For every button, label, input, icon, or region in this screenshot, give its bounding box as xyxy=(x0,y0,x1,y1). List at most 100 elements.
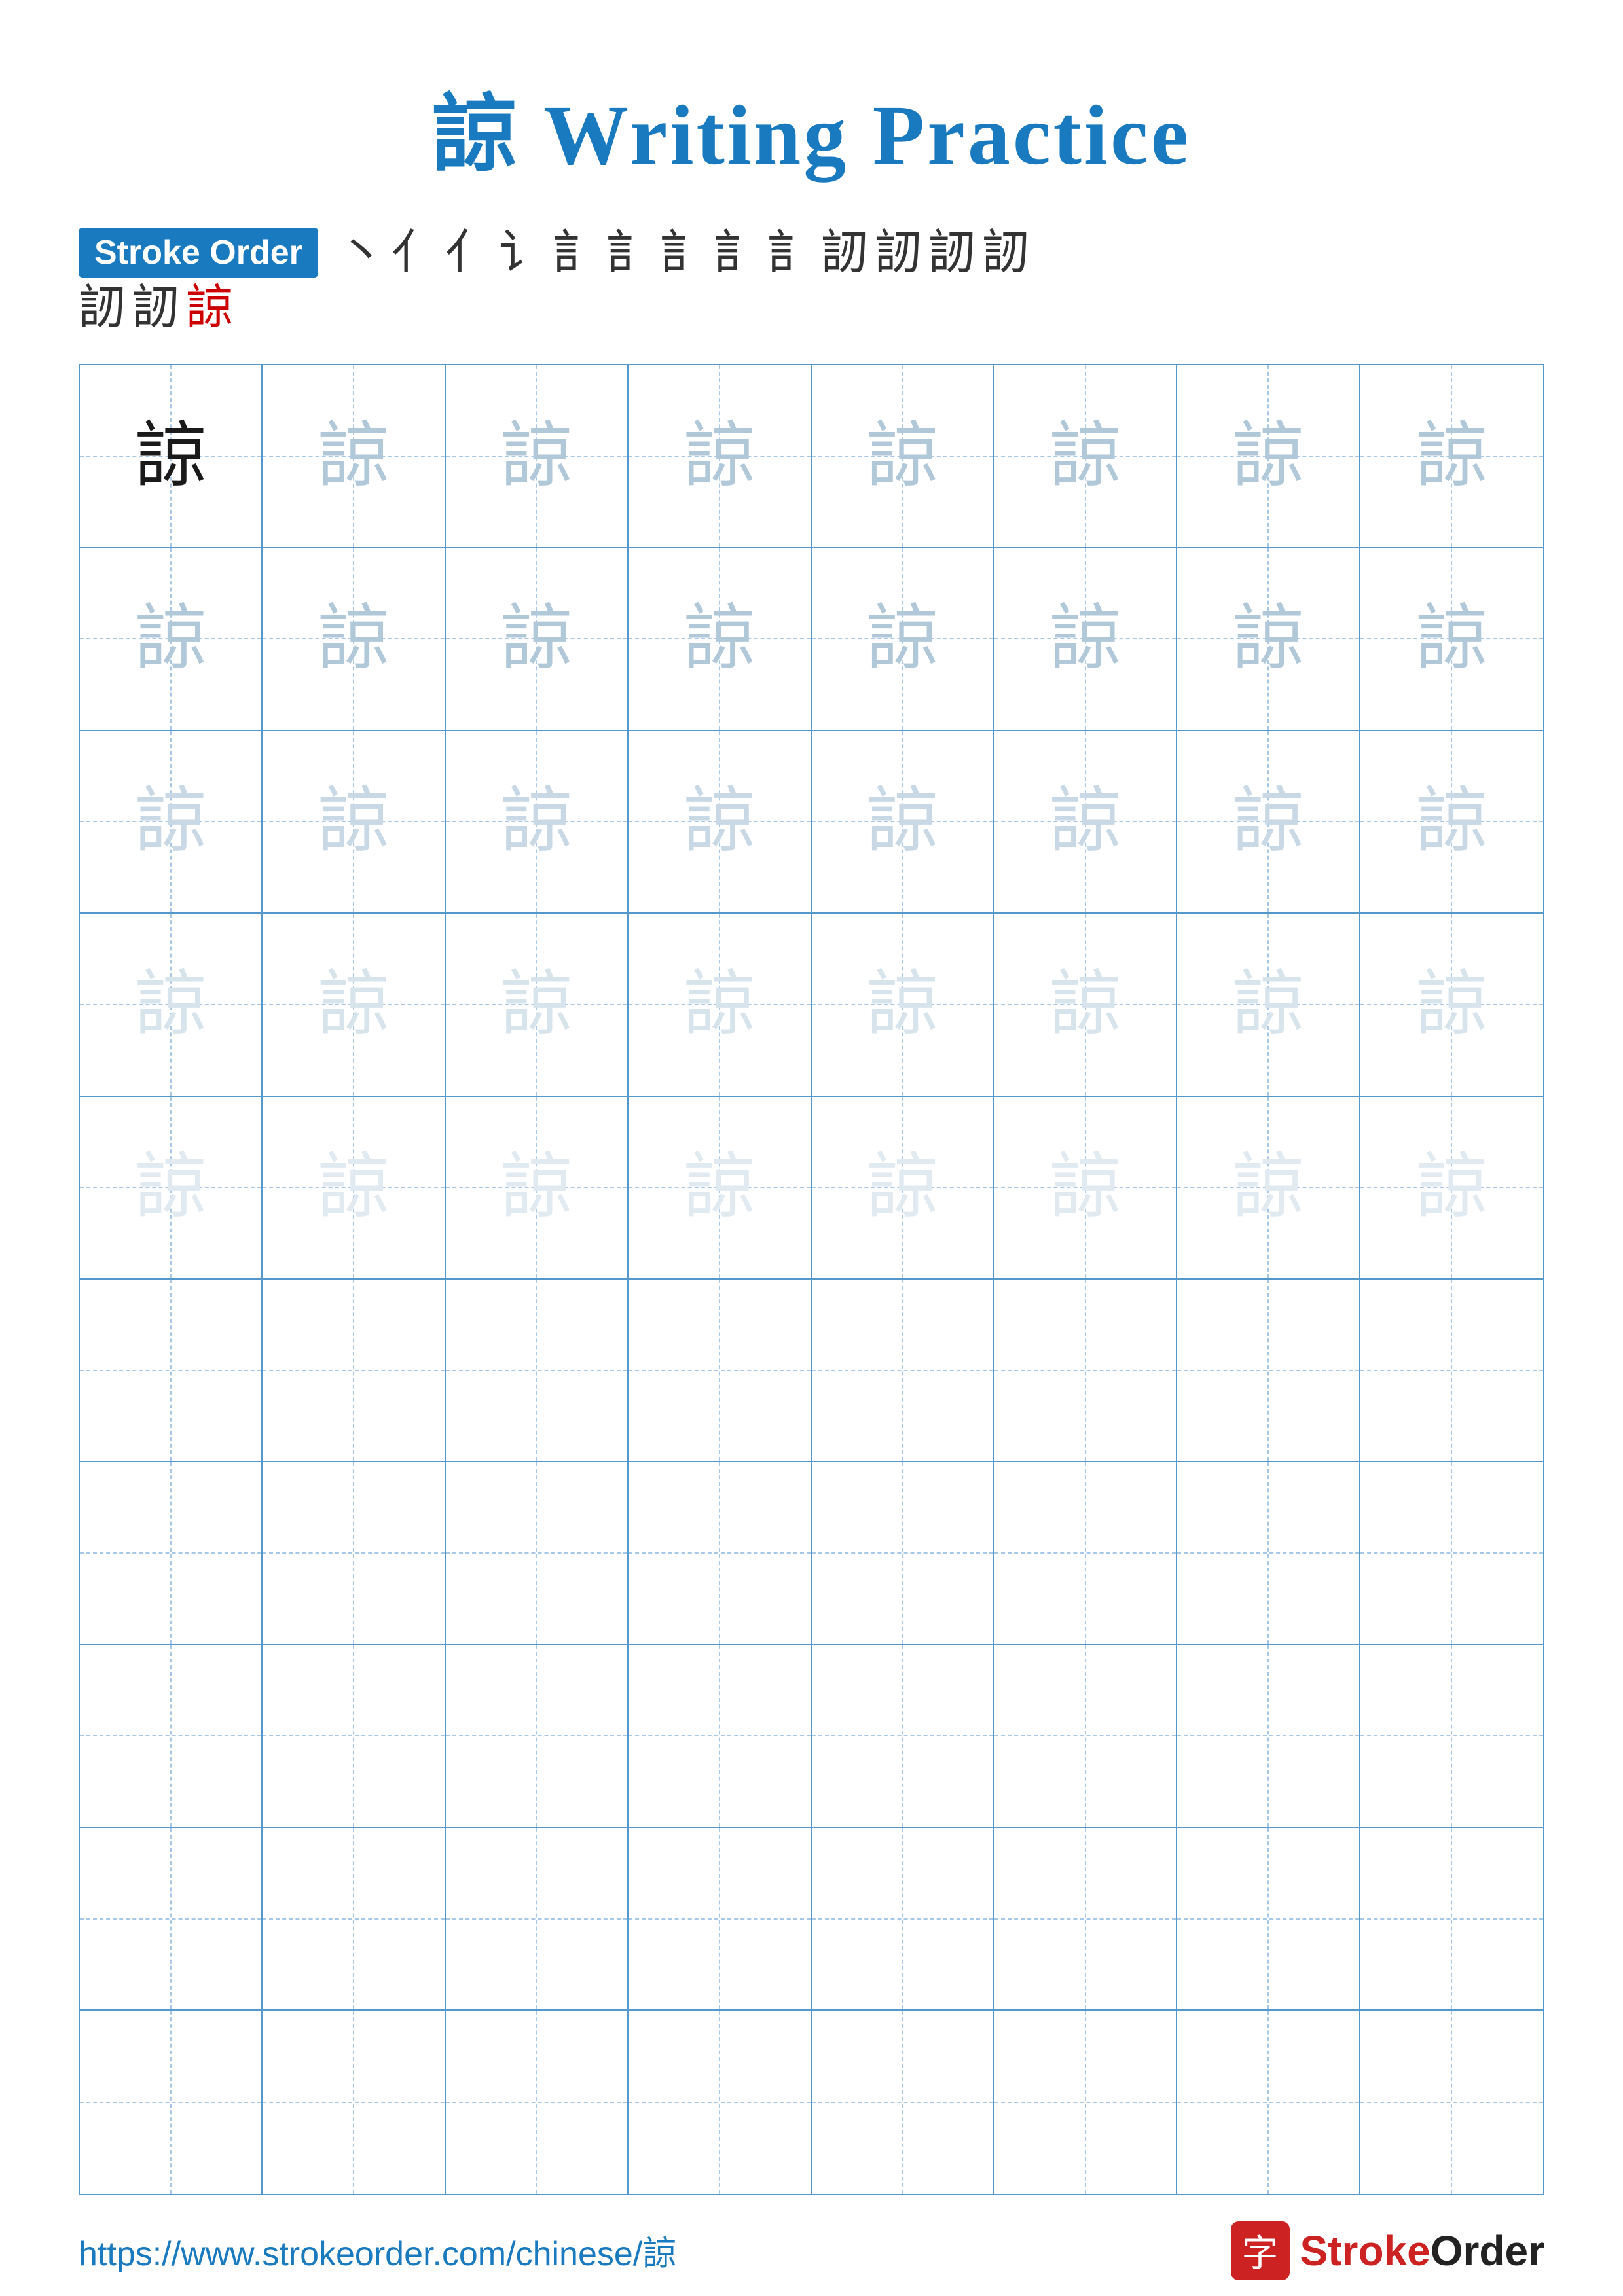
footer-url[interactable]: https://www.strokeorder.com/chinese/諒 xyxy=(79,2226,676,2275)
practice-char: 諒 xyxy=(684,1151,756,1223)
grid-cell[interactable] xyxy=(1360,1280,1543,1462)
grid-cell: 諒 xyxy=(1177,365,1360,548)
grid-cell[interactable] xyxy=(994,1828,1177,2011)
grid-cell[interactable] xyxy=(1177,1462,1360,1645)
stroke-order-section: Stroke Order 丶 亻 亻 讠 訁 訁 訁 訁 訁 訒 訒 訒 訒 訒… xyxy=(79,228,1544,331)
stroke-char-6: 訁 xyxy=(606,229,653,276)
grid-cell[interactable] xyxy=(994,1645,1177,1828)
grid-cell[interactable] xyxy=(446,2011,629,2193)
practice-char: 諒 xyxy=(1232,420,1304,492)
grid-cell: 諒 xyxy=(994,548,1177,730)
grid-cell[interactable] xyxy=(263,1280,445,1462)
stroke-char-10: 訒 xyxy=(821,229,868,276)
grid-cell[interactable] xyxy=(446,1828,629,2011)
practice-char: 諒 xyxy=(318,969,390,1041)
grid-cell: 諒 xyxy=(1360,1097,1543,1280)
grid-cell[interactable] xyxy=(994,1462,1177,1645)
grid-cell[interactable] xyxy=(812,1462,994,1645)
grid-cell[interactable] xyxy=(629,1645,811,1828)
practice-char: 諒 xyxy=(500,785,572,857)
grid-cell[interactable] xyxy=(1177,2011,1360,2193)
grid-row-2: 諒 諒 諒 諒 諒 諒 諒 諒 xyxy=(80,548,1543,730)
grid-cell[interactable] xyxy=(80,1462,263,1645)
practice-char: 諒 xyxy=(1415,1151,1487,1223)
grid-cell: 諒 xyxy=(1360,548,1543,730)
grid-cell[interactable] xyxy=(80,1645,263,1828)
grid-cell: 諒 xyxy=(263,914,445,1096)
grid-cell: 諒 xyxy=(1360,365,1543,548)
grid-cell[interactable] xyxy=(629,1462,811,1645)
grid-cell[interactable] xyxy=(812,1645,994,1828)
practice-char: 諒 xyxy=(866,603,938,675)
stroke-order-row2: 訒 訒 諒 xyxy=(79,284,1544,331)
practice-char: 諒 xyxy=(684,969,756,1041)
grid-cell[interactable] xyxy=(629,1828,811,2011)
grid-cell: 諒 xyxy=(80,1097,263,1280)
grid-cell[interactable] xyxy=(263,1645,445,1828)
grid-cell[interactable] xyxy=(1177,1645,1360,1828)
practice-char: 諒 xyxy=(866,1151,938,1223)
grid-cell[interactable] xyxy=(994,2011,1177,2193)
practice-char: 諒 xyxy=(1049,1151,1122,1223)
grid-cell[interactable] xyxy=(446,1462,629,1645)
practice-char: 諒 xyxy=(1415,969,1487,1041)
grid-cell[interactable] xyxy=(446,1280,629,1462)
grid-cell[interactable] xyxy=(80,1280,263,1462)
grid-cell[interactable] xyxy=(812,2011,994,2193)
grid-cell[interactable] xyxy=(263,1462,445,1645)
practice-char: 諒 xyxy=(1232,969,1304,1041)
grid-cell[interactable] xyxy=(80,1828,263,2011)
grid-row-4: 諒 諒 諒 諒 諒 諒 諒 諒 xyxy=(80,914,1543,1096)
grid-row-1: 諒 諒 諒 諒 諒 諒 諒 諒 xyxy=(80,365,1543,548)
grid-cell: 諒 xyxy=(812,914,994,1096)
grid-cell: 諒 xyxy=(80,548,263,730)
practice-char: 諒 xyxy=(1049,969,1122,1041)
practice-char: 諒 xyxy=(318,785,390,857)
grid-cell[interactable] xyxy=(263,1828,445,2011)
grid-cell[interactable] xyxy=(812,1280,994,1462)
grid-cell[interactable] xyxy=(1177,1280,1360,1462)
grid-cell: 諒 xyxy=(994,731,1177,914)
practice-char: 諒 xyxy=(866,969,938,1041)
grid-cell[interactable] xyxy=(263,2011,445,2193)
grid-cell: 諒 xyxy=(80,914,263,1096)
grid-cell: 諒 xyxy=(446,914,629,1096)
stroke-order-row1: Stroke Order 丶 亻 亻 讠 訁 訁 訁 訁 訁 訒 訒 訒 訒 xyxy=(79,228,1544,278)
footer: https://www.strokeorder.com/chinese/諒 字 … xyxy=(79,2195,1544,2280)
grid-cell[interactable] xyxy=(1360,1645,1543,1828)
grid-cell[interactable] xyxy=(1360,2011,1543,2193)
grid-cell: 諒 xyxy=(446,731,629,914)
grid-row-3: 諒 諒 諒 諒 諒 諒 諒 諒 xyxy=(80,731,1543,914)
practice-char: 諒 xyxy=(1232,1151,1304,1223)
grid-cell[interactable] xyxy=(629,2011,811,2193)
practice-char: 諒 xyxy=(684,785,756,857)
grid-cell: 諒 xyxy=(80,731,263,914)
practice-char: 諒 xyxy=(866,785,938,857)
practice-char: 諒 xyxy=(1232,785,1304,857)
strokeorder-logo-icon: 字 xyxy=(1231,2221,1290,2280)
grid-cell[interactable] xyxy=(629,1280,811,1462)
grid-cell: 諒 xyxy=(812,365,994,548)
grid-cell[interactable] xyxy=(994,1280,1177,1462)
grid-cell[interactable] xyxy=(1360,1828,1543,2011)
stroke-char-9: 訁 xyxy=(767,229,814,276)
practice-char: 諒 xyxy=(135,969,207,1041)
grid-cell[interactable] xyxy=(812,1828,994,2011)
stroke-char-14: 訒 xyxy=(79,284,126,331)
stroke-char-8: 訁 xyxy=(714,229,761,276)
grid-row-9 xyxy=(80,1828,1543,2011)
grid-cell: 諒 xyxy=(263,1097,445,1280)
grid-cell[interactable] xyxy=(80,2011,263,2193)
grid-cell[interactable] xyxy=(446,1645,629,1828)
grid-cell: 諒 xyxy=(263,548,445,730)
grid-cell[interactable] xyxy=(1177,1828,1360,2011)
stroke-char-final: 諒 xyxy=(186,284,233,331)
grid-row-5: 諒 諒 諒 諒 諒 諒 諒 諒 xyxy=(80,1097,1543,1280)
practice-char: 諒 xyxy=(1415,420,1487,492)
stroke-char-4: 讠 xyxy=(499,229,546,276)
grid-row-10 xyxy=(80,2011,1543,2193)
practice-grid: 諒 諒 諒 諒 諒 諒 諒 諒 諒 諒 諒 諒 諒 諒 諒 諒 諒 諒 諒 諒 … xyxy=(79,364,1544,2195)
grid-cell[interactable] xyxy=(1360,1462,1543,1645)
grid-row-6 xyxy=(80,1280,1543,1462)
grid-cell: 諒 xyxy=(1177,1097,1360,1280)
